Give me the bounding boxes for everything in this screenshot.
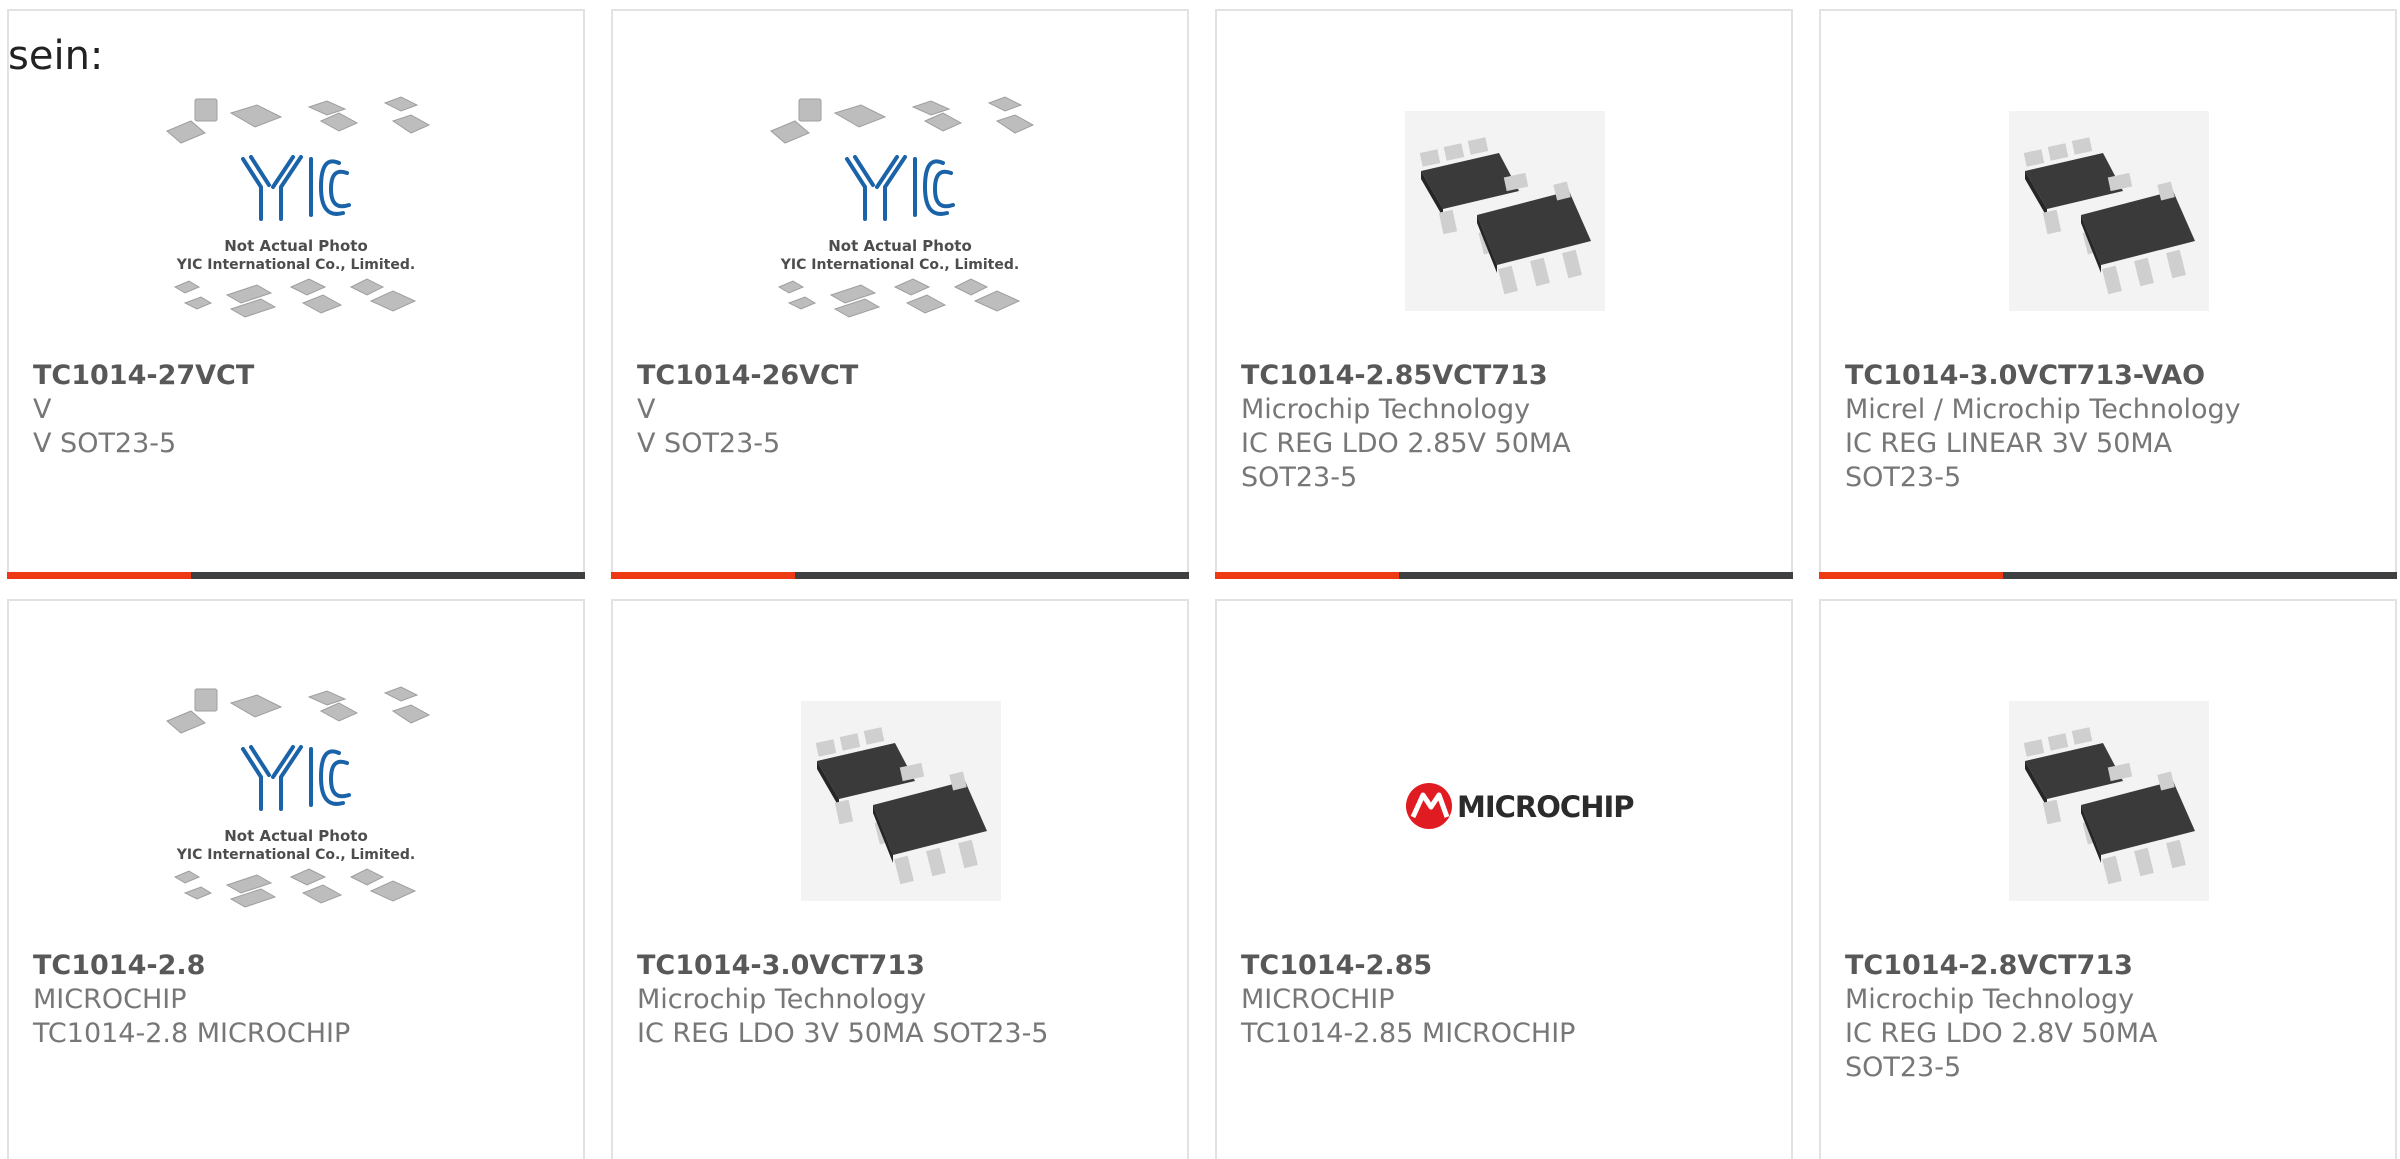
yic-placeholder-image: Not Actual Photo YIC International Co., … (166, 686, 431, 908)
product-image[interactable]: Not Actual Photo YIC International Co., … (765, 91, 1035, 341)
product-info: TC1014-3.0VCT713-VAO Micrel / Microchip … (1845, 359, 2371, 495)
product-manufacturer: MICROCHIP (1241, 984, 1395, 1015)
product-manufacturer: Microchip Technology (1845, 984, 2135, 1015)
sot23-5-chip-image (2009, 111, 2209, 311)
product-manufacturer: Micrel / Microchip Technology (1845, 394, 2241, 425)
product-part-number[interactable]: TC1014-3.0VCT713-VAO (1845, 359, 2371, 393)
product-card[interactable]: Not Actual Photo YIC International Co., … (7, 599, 585, 1159)
product-description: IC REG LDO 2.85V 50MA SOT23-5 (1241, 428, 1571, 493)
product-info: TC1014-2.85 MICROCHIP TC1014-2.85 MICROC… (1241, 949, 1767, 1051)
product-part-number[interactable]: TC1014-2.85 (1241, 949, 1767, 983)
product-image[interactable] (765, 681, 1035, 931)
product-image[interactable]: Not Actual Photo YIC International Co., … (161, 681, 431, 931)
svg-text:YIC International Co., Limited: YIC International Co., Limited. (780, 257, 1019, 273)
product-image[interactable] (1973, 681, 2243, 931)
product-card[interactable]: Not Actual Photo YIC International Co., … (611, 9, 1189, 579)
product-part-number[interactable]: TC1014-26VCT (637, 359, 1163, 393)
card-bottom-bar (7, 572, 585, 579)
product-description: IC REG LDO 3V 50MA SOT23-5 (637, 1018, 1049, 1049)
product-image[interactable]: MICROCHIP (1369, 681, 1639, 931)
product-manufacturer: MICROCHIP (33, 984, 187, 1015)
product-manufacturer: V (33, 394, 52, 425)
product-info: TC1014-2.8VCT713 Microchip Technology IC… (1845, 949, 2371, 1085)
product-manufacturer: Microchip Technology (637, 984, 927, 1015)
product-card[interactable]: TC1014-3.0VCT713-VAO Micrel / Microchip … (1819, 9, 2397, 579)
card-bottom-bar (1215, 572, 1793, 579)
product-image[interactable] (1369, 91, 1639, 341)
product-description: V SOT23-5 (33, 428, 177, 459)
card-accent-segment (7, 572, 191, 579)
product-description: V SOT23-5 (637, 428, 781, 459)
yic-placeholder-image: Not Actual Photo YIC International Co., … (770, 96, 1035, 318)
svg-text:YIC International Co., Limited: YIC International Co., Limited. (176, 257, 415, 273)
card-accent-segment (1819, 572, 2003, 579)
product-info: TC1014-2.8 MICROCHIP TC1014-2.8 MICROCHI… (33, 949, 559, 1051)
card-bottom-bar (1819, 572, 2397, 579)
product-card[interactable]: TC1014-2.8VCT713 Microchip Technology IC… (1819, 599, 2397, 1159)
card-bottom-bar (611, 572, 1189, 579)
product-part-number[interactable]: TC1014-2.8 (33, 949, 559, 983)
product-manufacturer: V (637, 394, 656, 425)
product-info: TC1014-3.0VCT713 Microchip Technology IC… (637, 949, 1163, 1051)
card-accent-segment (611, 572, 795, 579)
product-card[interactable]: TC1014-3.0VCT713 Microchip Technology IC… (611, 599, 1189, 1159)
sot23-5-chip-image (2009, 701, 2209, 901)
product-image[interactable]: Not Actual Photo YIC International Co., … (161, 91, 431, 341)
yic-placeholder-image: Not Actual Photo YIC International Co., … (166, 96, 431, 318)
product-description: IC REG LINEAR 3V 50MA SOT23-5 (1845, 428, 2173, 493)
product-info: TC1014-27VCT V V SOT23-5 (33, 359, 559, 461)
product-card[interactable]: TC1014-2.85VCT713 Microchip Technology I… (1215, 9, 1793, 579)
svg-text:Not Actual Photo: Not Actual Photo (224, 827, 368, 845)
svg-text:Not Actual Photo: Not Actual Photo (828, 237, 972, 255)
product-part-number[interactable]: TC1014-3.0VCT713 (637, 949, 1163, 983)
card-accent-segment (1215, 572, 1399, 579)
product-image[interactable] (1973, 91, 2243, 341)
product-part-number[interactable]: TC1014-2.85VCT713 (1241, 359, 1767, 393)
product-card[interactable]: Not Actual Photo YIC International Co., … (7, 9, 585, 579)
product-description: IC REG LDO 2.8V 50MA SOT23-5 (1845, 1018, 2158, 1083)
svg-text:Not Actual Photo: Not Actual Photo (224, 237, 368, 255)
product-part-number[interactable]: TC1014-27VCT (33, 359, 559, 393)
product-info: TC1014-26VCT V V SOT23-5 (637, 359, 1163, 461)
sot23-5-chip-image (801, 701, 1001, 901)
product-part-number[interactable]: TC1014-2.8VCT713 (1845, 949, 2371, 983)
product-manufacturer: Microchip Technology (1241, 394, 1531, 425)
sot23-5-chip-image (1405, 111, 1605, 311)
product-description: TC1014-2.8 MICROCHIP (33, 1018, 351, 1049)
microchip-logo-image: MICROCHIP (1406, 783, 1635, 829)
svg-text:YIC International Co., Limited: YIC International Co., Limited. (176, 847, 415, 863)
product-info: TC1014-2.85VCT713 Microchip Technology I… (1241, 359, 1767, 495)
product-card[interactable]: MICROCHIP TC1014-2.85 MICROCHIP TC1014-2… (1215, 599, 1793, 1159)
svg-text:MICROCHIP: MICROCHIP (1457, 790, 1634, 824)
product-description: TC1014-2.85 MICROCHIP (1241, 1018, 1576, 1049)
intro-text: sein: (8, 33, 104, 79)
